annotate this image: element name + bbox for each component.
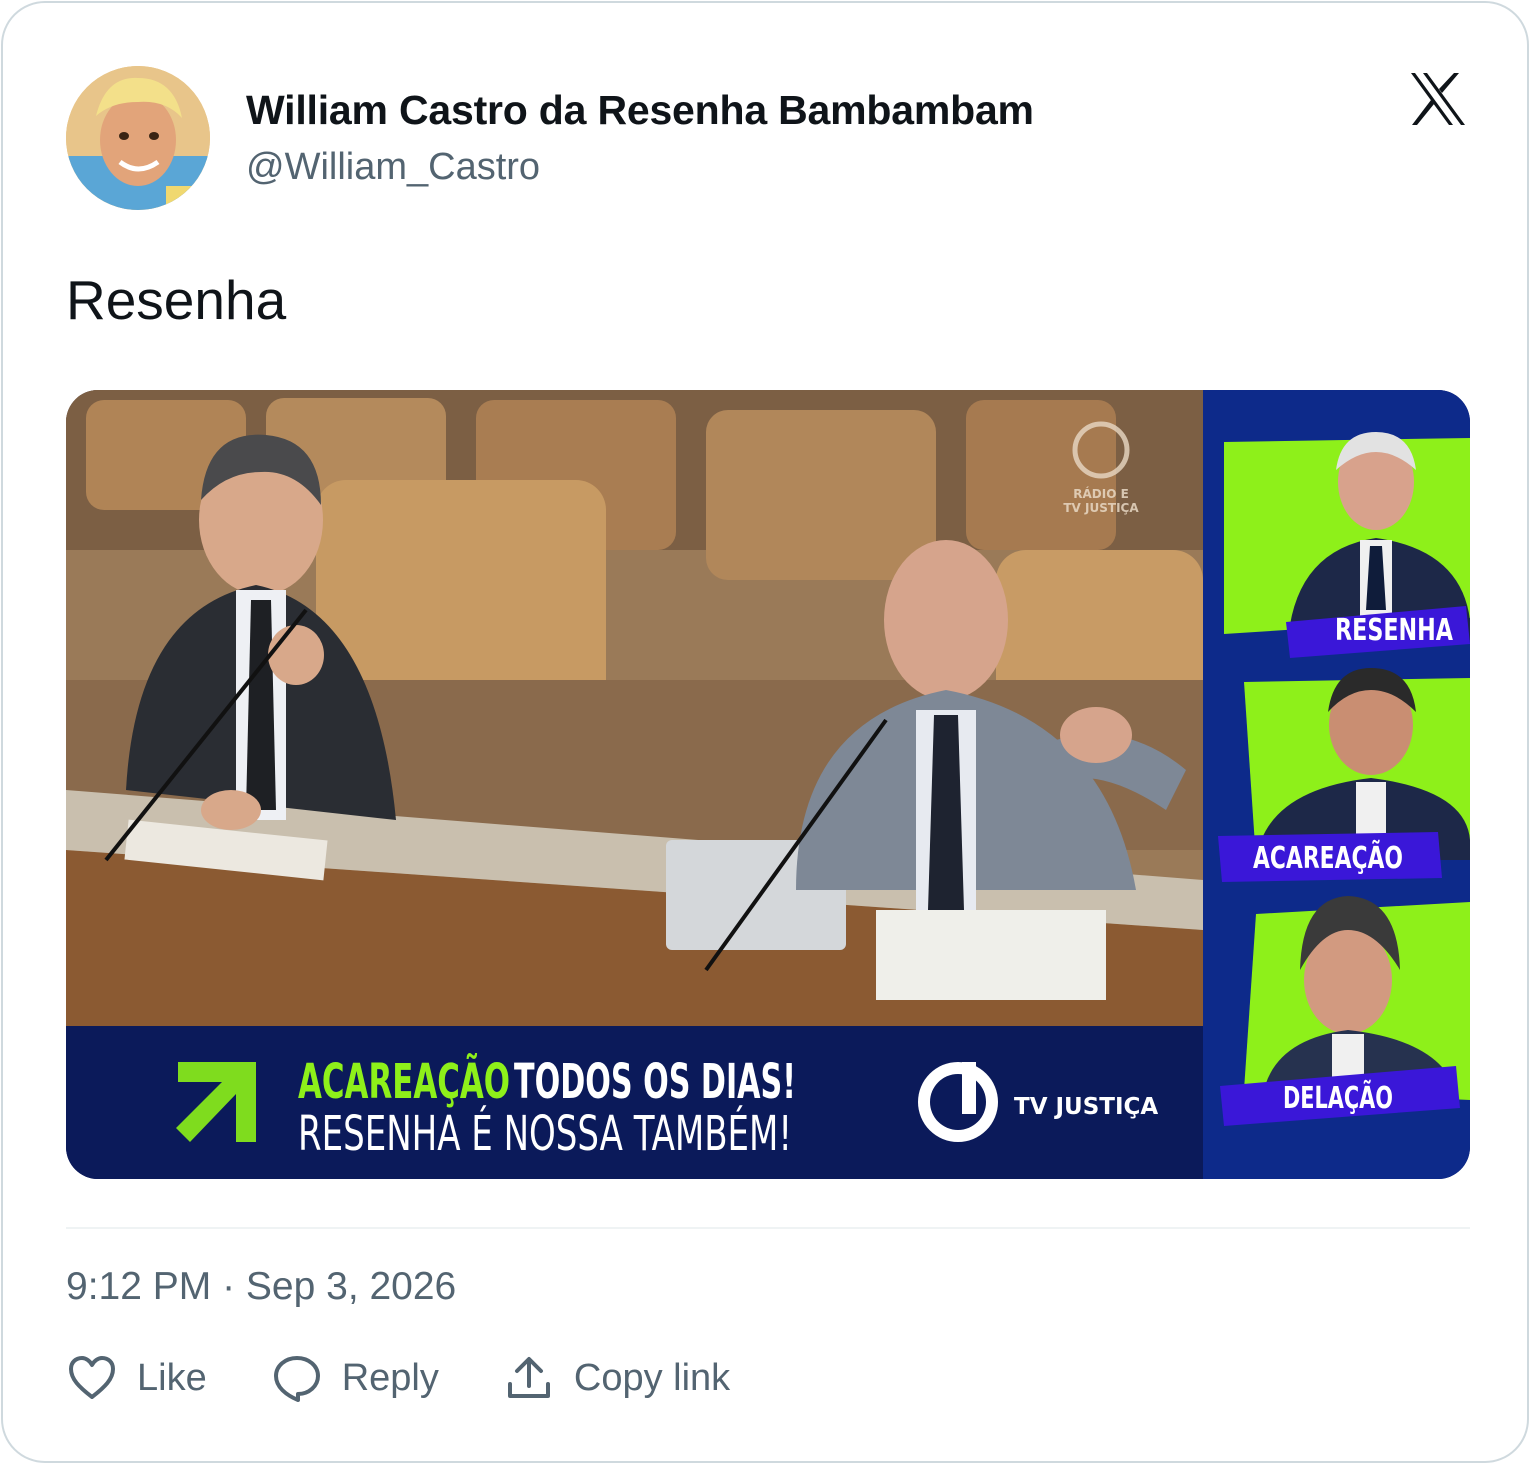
divider	[66, 1227, 1470, 1229]
side-panel-label-3: DELAÇÃO	[1283, 1079, 1393, 1116]
channel-name: TV JUSTIÇA	[1014, 1094, 1158, 1120]
avatar-image	[66, 66, 210, 210]
x-logo-icon[interactable]	[1409, 71, 1467, 127]
author-name[interactable]: William Castro da Resenha Bambambam	[246, 87, 1034, 134]
author-avatar[interactable]	[66, 66, 210, 210]
side-panel-label-2: ACAREAÇÃO	[1253, 839, 1403, 876]
reply-bubble-icon	[271, 1352, 323, 1404]
tweet-timestamp[interactable]: 9:12 PM · Sep 3, 2026	[66, 1265, 456, 1309]
heart-icon	[66, 1352, 118, 1404]
copy-link-button[interactable]: Copy link	[503, 1352, 730, 1404]
like-label: Like	[137, 1356, 207, 1399]
tweet-card: William Castro da Resenha Bambambam @Wil…	[1, 1, 1529, 1463]
share-upload-icon	[503, 1352, 555, 1404]
side-panel-label-1: RESENHA	[1335, 613, 1453, 648]
reply-button[interactable]: Reply	[271, 1352, 439, 1404]
tweet-text: Resenha	[66, 269, 287, 331]
like-button[interactable]: Like	[66, 1352, 207, 1404]
banner-line2: RESENHA É NOSSA TAMBÉM!	[298, 1105, 792, 1162]
tv-justica-logo-icon	[918, 1062, 998, 1142]
tweet-media-image[interactable]: RÁDIO E TV JUSTIÇA ACAREAÇÃO TODOS OS DI…	[66, 390, 1470, 1179]
banner-highlight: ACAREAÇÃO	[298, 1053, 510, 1110]
banner-line1-rest: TODOS OS DIAS!	[514, 1054, 796, 1110]
reply-label: Reply	[341, 1356, 439, 1399]
action-bar: Like Reply Copy link	[66, 1348, 794, 1408]
copy-link-label: Copy link	[573, 1356, 731, 1399]
author-handle[interactable]: @William_Castro	[246, 146, 540, 189]
watermark-line2: TV JUSTIÇA	[1063, 501, 1139, 515]
watermark-line1: RÁDIO E	[1073, 486, 1129, 501]
